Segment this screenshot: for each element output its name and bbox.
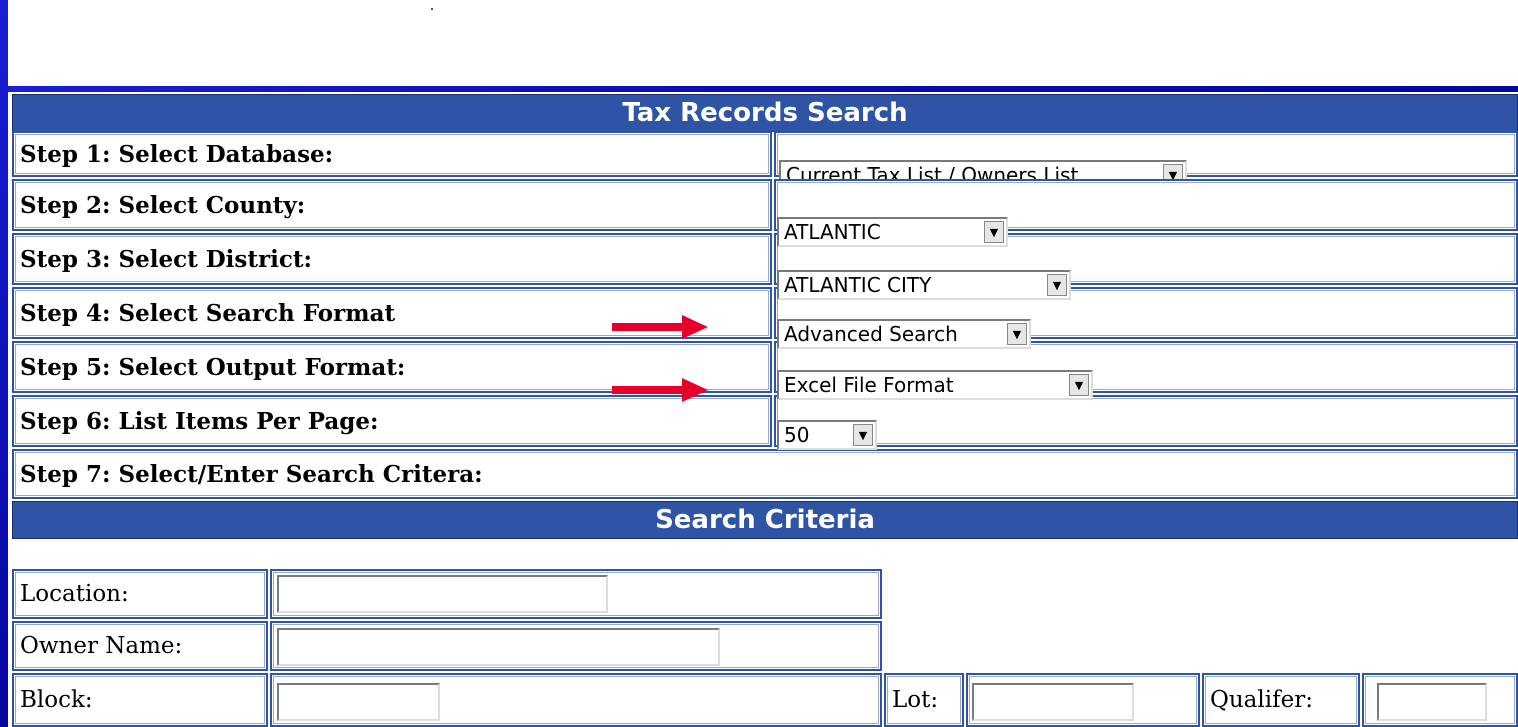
slide-frame-left bbox=[0, 0, 8, 727]
step3-label: Step 3: Select District: bbox=[20, 245, 312, 273]
qualifier-input[interactable] bbox=[1377, 683, 1487, 721]
step7-label: Step 7: Select/Enter Search Critera: bbox=[20, 460, 483, 488]
lot-label: Lot: bbox=[892, 687, 939, 713]
step4-label: Step 4: Select Search Format bbox=[20, 299, 396, 327]
step1-label-cell: Step 1: Select Database: bbox=[12, 131, 772, 177]
step2-label-cell: Step 2: Select County: bbox=[12, 179, 772, 231]
location-label-cell: Location: bbox=[12, 569, 268, 619]
qualifier-label: Qualifer: bbox=[1210, 687, 1313, 713]
step5-label: Step 5: Select Output Format: bbox=[20, 353, 406, 381]
lot-label-cell: Lot: bbox=[884, 673, 964, 727]
form-title: Tax Records Search bbox=[12, 94, 1518, 132]
stray-mark bbox=[431, 8, 433, 10]
owner-label-cell: Owner Name: bbox=[12, 621, 268, 671]
chevron-down-icon[interactable]: ▼ bbox=[984, 221, 1004, 243]
step2-label: Step 2: Select County: bbox=[20, 191, 306, 219]
step6-value-cell bbox=[774, 395, 1518, 447]
qualifier-label-cell: Qualifer: bbox=[1202, 673, 1360, 727]
step1-label: Step 1: Select Database: bbox=[20, 140, 334, 168]
step7-cell: Step 7: Select/Enter Search Critera: bbox=[12, 449, 1518, 499]
search-format-select[interactable]: Advanced Search ▼ bbox=[777, 319, 1031, 349]
block-input[interactable] bbox=[277, 683, 440, 721]
location-label: Location: bbox=[20, 581, 129, 607]
tax-search-form: Tax Records Search Step 1: Select Databa… bbox=[8, 92, 1518, 727]
chevron-down-icon[interactable]: ▼ bbox=[1007, 323, 1027, 345]
criteria-title: Search Criteria bbox=[12, 501, 1518, 539]
annotation-arrow-step4 bbox=[612, 315, 708, 339]
items-per-page-select[interactable]: 50 ▼ bbox=[777, 420, 877, 450]
block-label: Block: bbox=[20, 687, 93, 713]
location-input[interactable] bbox=[277, 575, 608, 613]
step3-label-cell: Step 3: Select District: bbox=[12, 233, 772, 285]
step6-label: Step 6: List Items Per Page: bbox=[20, 407, 379, 435]
block-label-cell: Block: bbox=[12, 673, 268, 727]
chevron-down-icon[interactable]: ▼ bbox=[1069, 374, 1089, 396]
chevron-down-icon[interactable]: ▼ bbox=[853, 424, 873, 446]
output-format-select[interactable]: Excel File Format ▼ bbox=[777, 370, 1093, 400]
annotation-arrow-step5 bbox=[612, 378, 708, 402]
owner-label: Owner Name: bbox=[20, 633, 183, 659]
district-select[interactable]: ATLANTIC CITY ▼ bbox=[777, 270, 1071, 300]
owner-name-input[interactable] bbox=[277, 628, 720, 666]
lot-input[interactable] bbox=[972, 683, 1134, 721]
county-select[interactable]: ATLANTIC ▼ bbox=[777, 217, 1008, 247]
slide-blank-area bbox=[8, 0, 1518, 86]
chevron-down-icon[interactable]: ▼ bbox=[1047, 274, 1067, 296]
